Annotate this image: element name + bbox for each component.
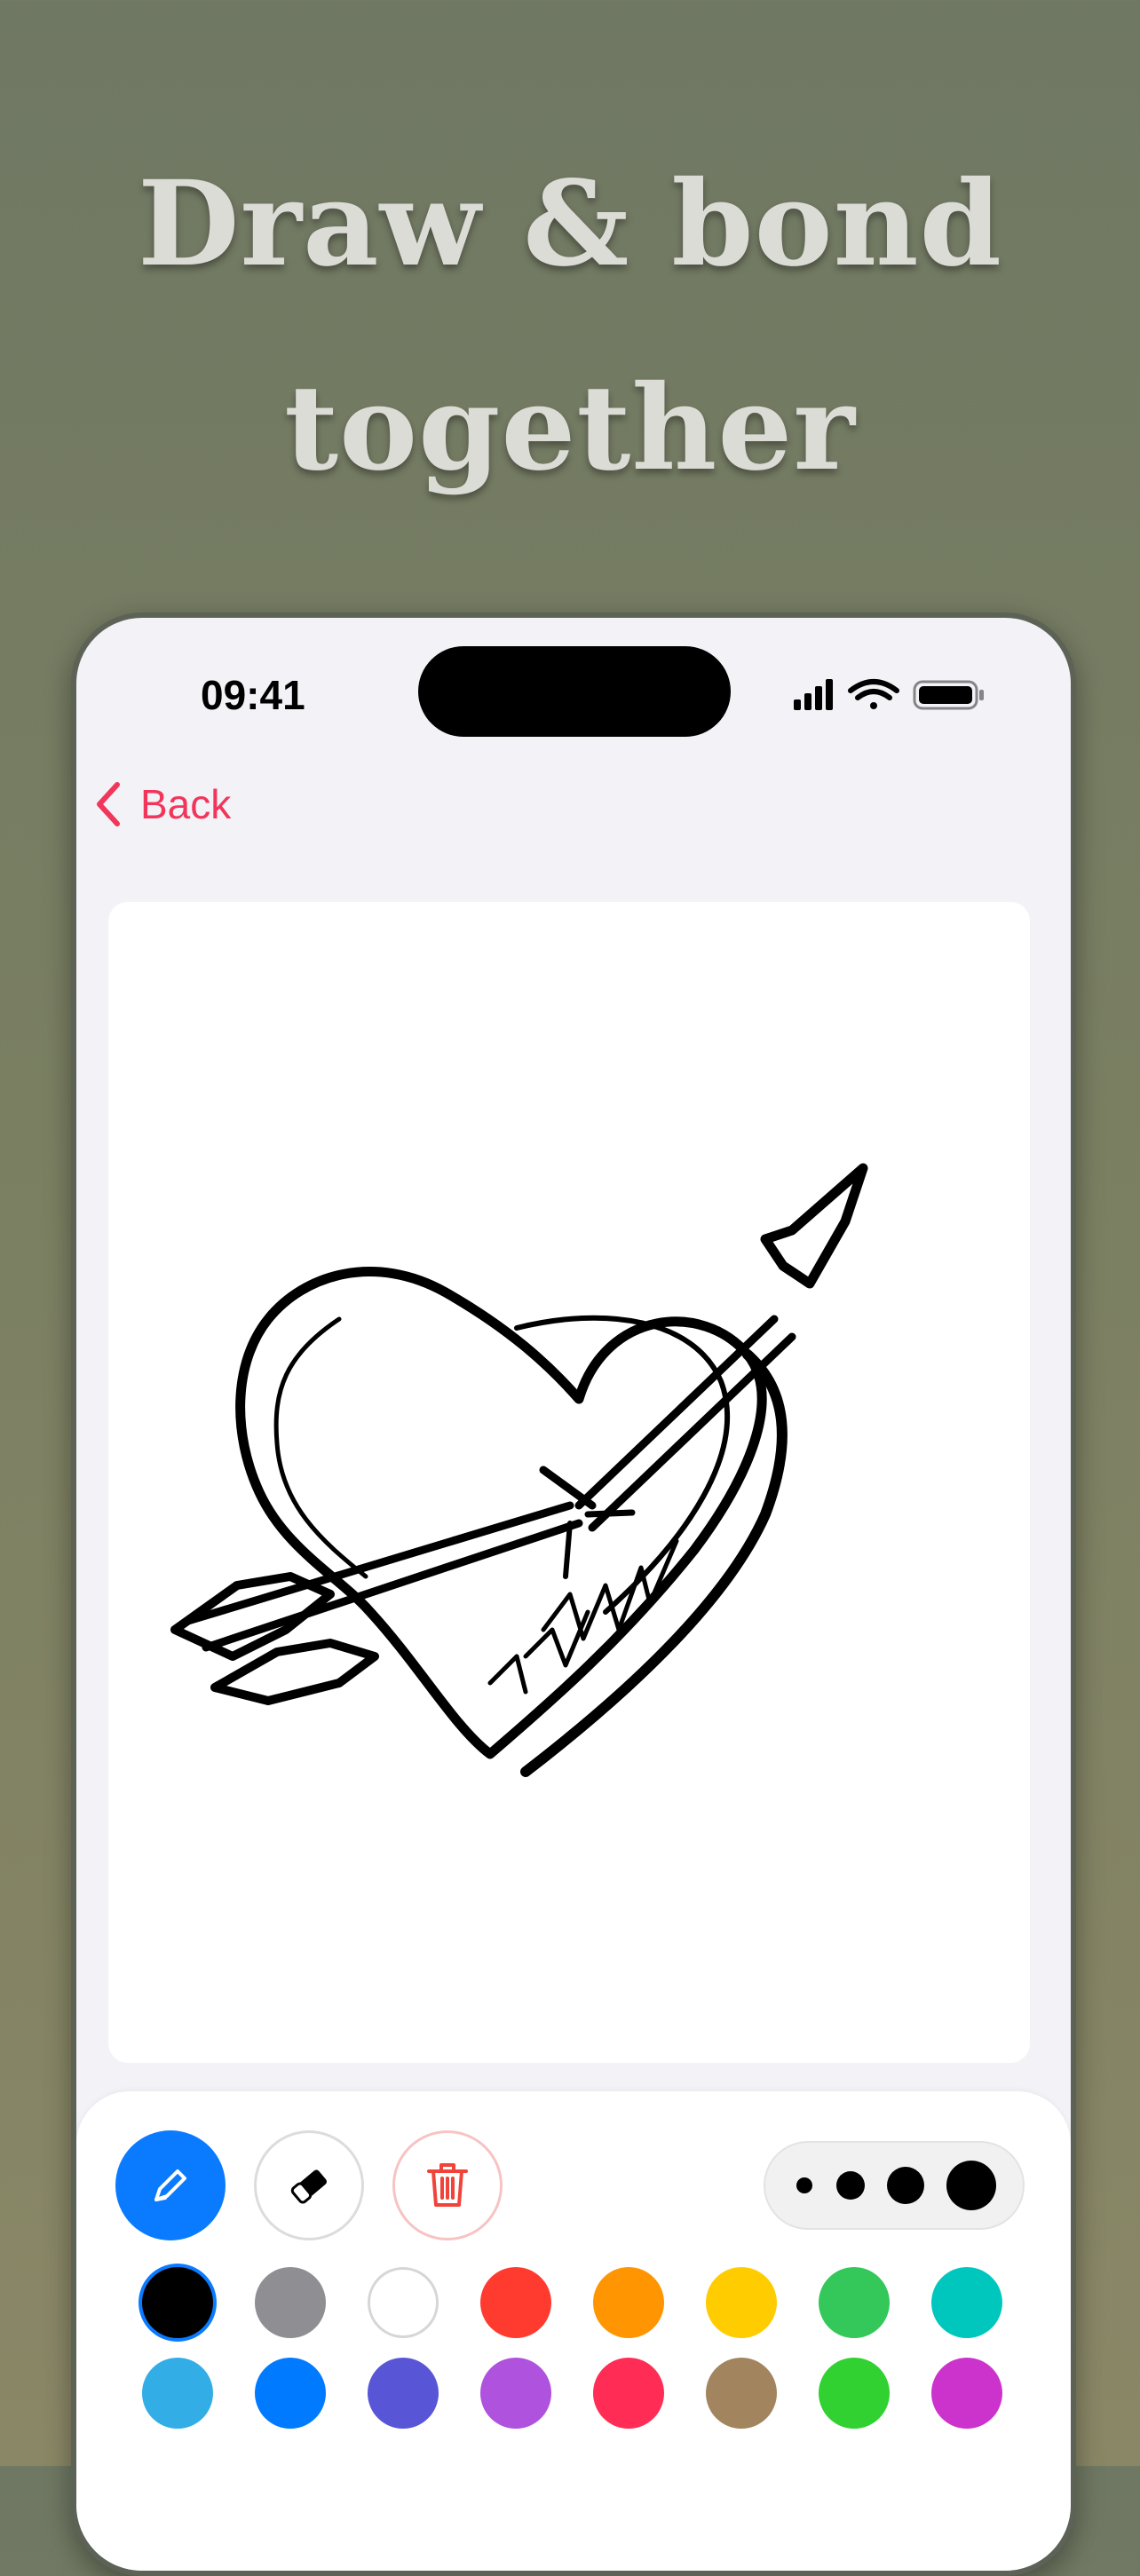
drawing-toolbar [76, 2091, 1071, 2571]
color-swatch[interactable] [368, 2358, 439, 2429]
back-button[interactable]: Back [94, 778, 231, 831]
color-swatch[interactable] [931, 2267, 1002, 2338]
color-swatch[interactable] [706, 2358, 777, 2429]
color-swatch[interactable] [480, 2358, 551, 2429]
color-swatch[interactable] [142, 2267, 213, 2338]
phone-frame: 09:41 Back [71, 612, 1076, 2576]
color-swatch[interactable] [368, 2267, 439, 2338]
color-swatch[interactable] [593, 2358, 664, 2429]
pencil-tool-button[interactable] [115, 2130, 226, 2240]
brush-size-large[interactable] [887, 2167, 924, 2204]
color-swatch[interactable] [480, 2267, 551, 2338]
brush-size-picker [764, 2141, 1025, 2230]
back-label: Back [140, 781, 232, 827]
chevron-left-icon [97, 782, 120, 826]
color-swatch[interactable] [706, 2267, 777, 2338]
color-swatch[interactable] [819, 2358, 890, 2429]
brush-size-medium[interactable] [836, 2171, 865, 2200]
pencil-icon [154, 2169, 186, 2201]
signal-icon [794, 679, 833, 710]
headline-line-2: together [284, 360, 856, 497]
status-time: 09:41 [201, 672, 305, 718]
color-swatch[interactable] [255, 2267, 326, 2338]
status-icons [794, 679, 984, 710]
clear-canvas-button[interactable] [392, 2130, 503, 2240]
battery-icon [913, 680, 984, 710]
brush-size-small[interactable] [796, 2177, 812, 2193]
dynamic-island [418, 646, 731, 737]
headline-line-1: Draw & bond [138, 155, 1002, 293]
wifi-icon [848, 679, 899, 709]
heart-arrow-drawing [170, 1163, 868, 1777]
color-swatch[interactable] [255, 2358, 326, 2429]
eraser-tool-button[interactable] [254, 2130, 364, 2240]
drawing-canvas[interactable] [108, 902, 1030, 2063]
color-swatch[interactable] [593, 2267, 664, 2338]
trash-icon [427, 2163, 468, 2207]
color-swatch[interactable] [931, 2358, 1002, 2429]
brush-size-x-large[interactable] [946, 2161, 996, 2210]
eraser-icon [290, 2169, 327, 2204]
color-swatch[interactable] [142, 2358, 213, 2429]
color-swatch[interactable] [819, 2267, 890, 2338]
